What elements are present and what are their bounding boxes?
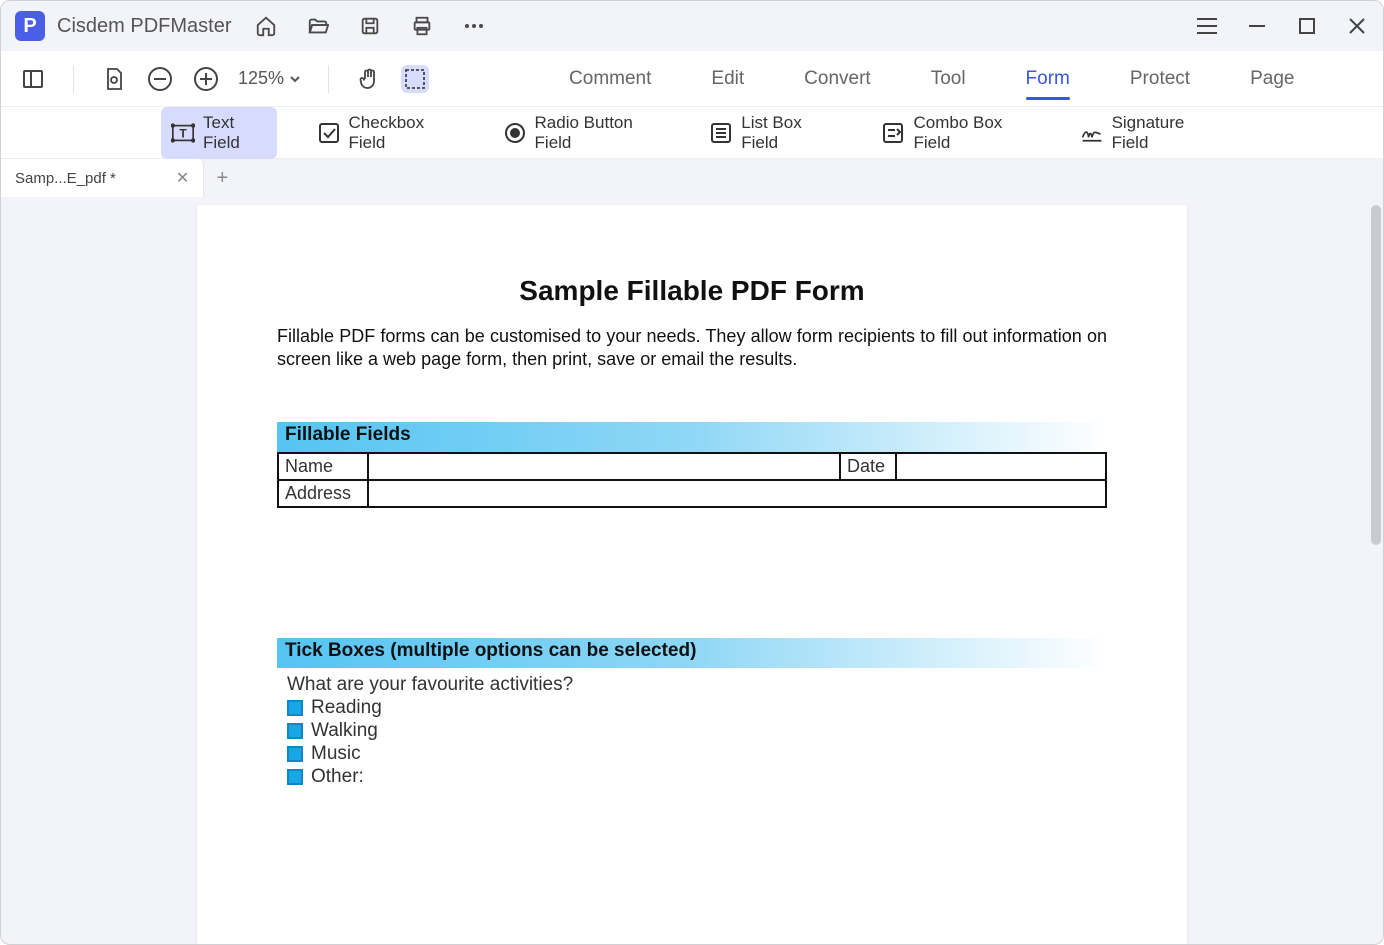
checkbox-label: Other: <box>311 766 364 788</box>
titlebar: P Cisdem PDFMaster <box>1 1 1383 51</box>
document-area[interactable]: Sample Fillable PDF Form Fillable PDF fo… <box>1 197 1383 944</box>
new-tab-button[interactable]: + <box>204 159 240 197</box>
page-settings-icon[interactable] <box>100 65 128 93</box>
combo-box-field-button[interactable]: Combo Box Field <box>871 107 1039 159</box>
radio-button-field-icon <box>503 121 527 145</box>
fillable-fields-table: Name Date Address <box>277 452 1107 508</box>
tab-protect[interactable]: Protect <box>1130 54 1190 104</box>
close-icon[interactable] <box>1345 14 1369 38</box>
checkbox-icon[interactable] <box>287 769 303 785</box>
zoom-level-label: 125% <box>238 68 284 89</box>
tab-page[interactable]: Page <box>1250 54 1294 104</box>
tab-form[interactable]: Form <box>1026 54 1070 104</box>
checkbox-icon[interactable] <box>287 700 303 716</box>
menu-icon[interactable] <box>1195 14 1219 38</box>
question-text: What are your favourite activities? <box>277 674 1107 696</box>
section-header: Fillable Fields <box>277 422 1107 452</box>
tab-edit[interactable]: Edit <box>711 54 744 104</box>
checkbox-field-label: Checkbox Field <box>349 113 453 153</box>
open-folder-icon[interactable] <box>307 15 329 37</box>
print-icon[interactable] <box>411 15 433 37</box>
main-toolbar: 125% Comment Edit Convert Tool Form Prot… <box>1 51 1383 107</box>
save-icon[interactable] <box>359 15 381 37</box>
app-title: Cisdem PDFMaster <box>57 15 231 38</box>
table-row: Address <box>278 480 1106 507</box>
zoom-level-dropdown[interactable]: 125% <box>238 68 302 89</box>
text-field-icon: T <box>171 121 195 145</box>
signature-field-icon <box>1080 121 1104 145</box>
checkbox-row: Music <box>277 743 1107 765</box>
list-box-field-icon <box>709 121 733 145</box>
date-label: Date <box>840 453 896 480</box>
signature-field-label: Signature Field <box>1112 113 1213 153</box>
more-icon[interactable] <box>463 15 485 37</box>
tab-tool[interactable]: Tool <box>931 54 966 104</box>
checkbox-field-button[interactable]: Checkbox Field <box>307 107 463 159</box>
zoom-in-icon[interactable] <box>192 65 220 93</box>
intro-text: Fillable PDF forms can be customised to … <box>277 325 1107 372</box>
pdf-page: Sample Fillable PDF Form Fillable PDF fo… <box>197 205 1187 944</box>
app-logo: P <box>15 11 45 41</box>
maximize-icon[interactable] <box>1295 14 1319 38</box>
address-label: Address <box>278 480 368 507</box>
checkbox-icon[interactable] <box>287 723 303 739</box>
checkbox-row: Walking <box>277 720 1107 742</box>
signature-field-button[interactable]: Signature Field <box>1070 107 1223 159</box>
date-input[interactable] <box>896 453 1106 480</box>
checkbox-row: Reading <box>277 697 1107 719</box>
checkbox-field-icon <box>317 121 341 145</box>
page-title: Sample Fillable PDF Form <box>277 275 1107 307</box>
document-tab-label: Samp...E_pdf * <box>15 170 116 187</box>
checkbox-row: Other: <box>277 766 1107 788</box>
panel-toggle-icon[interactable] <box>19 65 47 93</box>
hand-tool-icon[interactable] <box>355 65 383 93</box>
combo-box-field-icon <box>881 121 905 145</box>
minimize-icon[interactable] <box>1245 14 1269 38</box>
list-box-field-label: List Box Field <box>741 113 831 153</box>
list-box-field-button[interactable]: List Box Field <box>699 107 841 159</box>
text-field-button[interactable]: T Text Field <box>161 107 277 159</box>
form-sub-toolbar: T Text Field Checkbox Field Radio Button… <box>1 107 1383 159</box>
text-field-label: Text Field <box>203 113 267 153</box>
tab-convert[interactable]: Convert <box>804 54 871 104</box>
combo-box-field-label: Combo Box Field <box>913 113 1029 153</box>
address-input[interactable] <box>368 480 1106 507</box>
name-label: Name <box>278 453 368 480</box>
checkbox-label: Music <box>311 743 361 765</box>
section-header: Tick Boxes (multiple options can be sele… <box>277 638 1107 668</box>
checkbox-label: Walking <box>311 720 378 742</box>
selection-tool-icon[interactable] <box>401 65 429 93</box>
document-tabstrip: Samp...E_pdf * ✕ + <box>1 159 1383 197</box>
close-tab-icon[interactable]: ✕ <box>176 168 189 188</box>
tab-comment[interactable]: Comment <box>569 54 651 104</box>
document-tab[interactable]: Samp...E_pdf * ✕ <box>1 159 204 197</box>
vertical-scrollbar[interactable] <box>1371 205 1381 545</box>
checkbox-label: Reading <box>311 697 382 719</box>
radio-button-field-button[interactable]: Radio Button Field <box>493 107 670 159</box>
table-row: Name Date <box>278 453 1106 480</box>
checkbox-icon[interactable] <box>287 746 303 762</box>
svg-text:T: T <box>179 126 187 140</box>
zoom-out-icon[interactable] <box>146 65 174 93</box>
home-icon[interactable] <box>255 15 277 37</box>
name-input[interactable] <box>368 453 840 480</box>
radio-button-field-label: Radio Button Field <box>535 113 660 153</box>
